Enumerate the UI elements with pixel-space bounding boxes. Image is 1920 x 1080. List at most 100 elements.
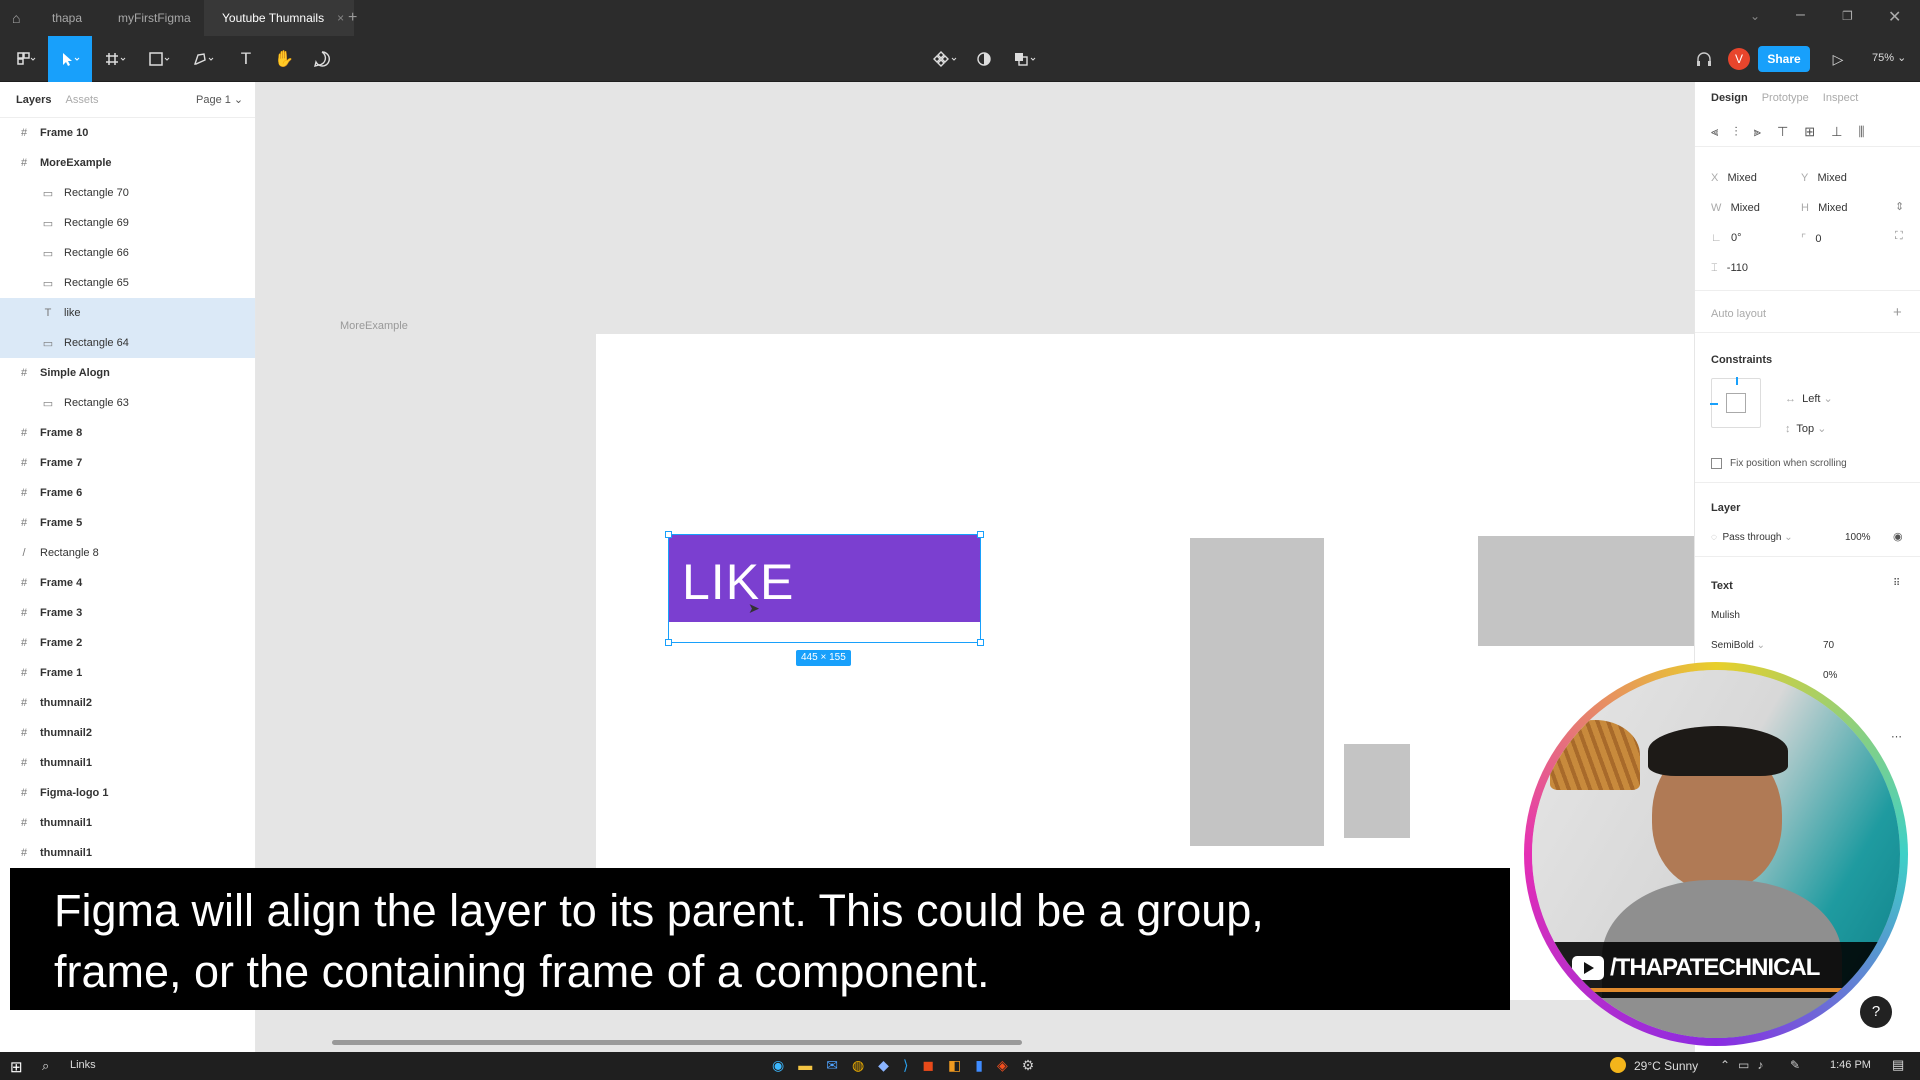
- frame-tool-icon[interactable]: [94, 36, 138, 82]
- rectangle-66[interactable]: [1190, 538, 1324, 846]
- layer-row[interactable]: # thumnail1: [0, 748, 255, 778]
- spacing-field[interactable]: -110: [1727, 262, 1748, 274]
- mail-icon[interactable]: ✉: [826, 1057, 838, 1074]
- layer-row[interactable]: # Frame 6: [0, 478, 255, 508]
- tab-youtube-thumnails[interactable]: Youtube Thumnails ×: [204, 0, 355, 36]
- share-button[interactable]: Share: [1758, 46, 1810, 72]
- layer-row[interactable]: ▭ Rectangle 69: [0, 208, 255, 238]
- layer-row[interactable]: ▭ Rectangle 66: [0, 238, 255, 268]
- blend-mode-select[interactable]: ◌ Pass through ⌄: [1711, 532, 1793, 543]
- pen-tool-icon[interactable]: [182, 36, 226, 82]
- chrome-icon[interactable]: ◍: [852, 1057, 864, 1074]
- rotation-field[interactable]: 0°: [1731, 232, 1742, 244]
- font-weight-select[interactable]: SemiBold ⌄: [1711, 640, 1765, 651]
- layer-row[interactable]: ▭ Rectangle 64: [0, 328, 255, 358]
- layer-row[interactable]: # Frame 5: [0, 508, 255, 538]
- layer-row[interactable]: # MoreExample: [0, 148, 255, 178]
- layer-row[interactable]: # Simple Alogn: [0, 358, 255, 388]
- vscode-icon[interactable]: ⟩: [903, 1057, 908, 1074]
- align-middle-icon[interactable]: ⊞: [1804, 124, 1815, 140]
- settings-icon[interactable]: ⚙: [1022, 1057, 1035, 1074]
- weather-text[interactable]: 29°C Sunny: [1634, 1059, 1698, 1073]
- rectangle-65[interactable]: [1344, 744, 1410, 838]
- tab-assets[interactable]: Assets: [65, 94, 98, 106]
- chevron-down-icon[interactable]: ⌄: [1750, 9, 1760, 23]
- layer-row[interactable]: # thumnail1: [0, 808, 255, 838]
- radius-field[interactable]: 0: [1815, 233, 1821, 245]
- tab-layers[interactable]: Layers: [16, 94, 51, 106]
- tab-prototype[interactable]: Prototype: [1762, 92, 1809, 104]
- x-field[interactable]: Mixed: [1728, 172, 1757, 184]
- layer-row[interactable]: Tlike: [0, 298, 255, 328]
- app-icon[interactable]: ◆: [878, 1057, 889, 1074]
- independent-corners-icon[interactable]: ⛶: [1895, 230, 1903, 243]
- sublime-icon[interactable]: ◧: [948, 1057, 961, 1074]
- rectangle-69[interactable]: [1478, 536, 1694, 646]
- file-explorer-icon[interactable]: ▬: [798, 1057, 812, 1074]
- layer-row[interactable]: # thumnail1: [0, 838, 255, 868]
- home-icon[interactable]: ⌂: [12, 10, 28, 26]
- tab-design[interactable]: Design: [1711, 92, 1748, 104]
- minimize-icon[interactable]: –: [1796, 6, 1805, 24]
- resize-handle[interactable]: [977, 639, 984, 646]
- align-right-icon[interactable]: ⫸: [1754, 124, 1761, 140]
- mask-icon[interactable]: [962, 36, 1006, 82]
- comment-tool-icon[interactable]: [300, 36, 344, 82]
- figma-icon[interactable]: ◈: [997, 1057, 1008, 1074]
- h-field[interactable]: Mixed: [1818, 202, 1847, 214]
- clock[interactable]: 1:46 PM: [1830, 1059, 1871, 1071]
- align-top-icon[interactable]: ⊤: [1777, 124, 1788, 140]
- horizontal-scrollbar[interactable]: [332, 1040, 1022, 1045]
- layer-row[interactable]: # Frame 7: [0, 448, 255, 478]
- resize-handle[interactable]: [977, 531, 984, 538]
- close-tab-icon[interactable]: ×: [337, 0, 344, 36]
- layer-row[interactable]: # Frame 8: [0, 418, 255, 448]
- fix-position-checkbox[interactable]: [1711, 458, 1722, 469]
- w-field[interactable]: Mixed: [1731, 202, 1760, 214]
- layer-row[interactable]: # Frame 10: [0, 118, 255, 148]
- layer-row[interactable]: # Frame 1: [0, 658, 255, 688]
- page-selector[interactable]: Page 1 ⌄: [196, 93, 243, 106]
- taskbar-search-label[interactable]: Links: [70, 1059, 96, 1071]
- opacity-field[interactable]: 100%: [1845, 532, 1871, 543]
- layer-row[interactable]: ▭ Rectangle 70: [0, 178, 255, 208]
- layer-row[interactable]: ▭ Rectangle 65: [0, 268, 255, 298]
- headphones-icon[interactable]: [1682, 36, 1726, 82]
- constrain-proportions-icon[interactable]: ⇕: [1895, 200, 1904, 213]
- eye-icon[interactable]: ◉: [1893, 530, 1903, 543]
- constraint-left-marker[interactable]: [1710, 403, 1718, 405]
- layer-row[interactable]: # Frame 4: [0, 568, 255, 598]
- add-auto-layout-icon[interactable]: +: [1893, 304, 1902, 321]
- main-menu-icon[interactable]: [4, 36, 48, 82]
- constraint-widget[interactable]: [1710, 377, 1761, 428]
- add-tab-icon[interactable]: +: [348, 9, 357, 27]
- office-icon[interactable]: ◼: [922, 1057, 934, 1074]
- constraint-top-marker[interactable]: [1736, 377, 1738, 385]
- weather-icon[interactable]: [1610, 1057, 1626, 1073]
- layer-row[interactable]: # thumnail2: [0, 718, 255, 748]
- search-icon[interactable]: ⌕: [42, 1058, 49, 1074]
- font-family-select[interactable]: Mulish: [1711, 610, 1740, 621]
- resize-handle[interactable]: [665, 531, 672, 538]
- zoom-level[interactable]: 75% ⌄: [1872, 51, 1906, 64]
- notepad-icon[interactable]: ▮: [975, 1057, 983, 1074]
- move-tool-icon[interactable]: [48, 36, 92, 82]
- restore-icon[interactable]: ❐: [1842, 9, 1853, 23]
- notifications-icon[interactable]: ▤: [1892, 1057, 1904, 1073]
- y-field[interactable]: Mixed: [1818, 172, 1847, 184]
- pen-icon[interactable]: ✎: [1790, 1058, 1800, 1072]
- layer-row[interactable]: # Frame 2: [0, 628, 255, 658]
- distribute-icon[interactable]: ⫼: [1859, 124, 1865, 140]
- edge-icon[interactable]: ◉: [772, 1057, 784, 1074]
- tab-myfirstfigma[interactable]: myFirstFigma: [100, 0, 209, 36]
- align-center-icon[interactable]: ⫶: [1734, 124, 1737, 140]
- rectangle-tool-icon[interactable]: [138, 36, 182, 82]
- layer-row[interactable]: / Rectangle 8: [0, 538, 255, 568]
- resize-handle[interactable]: [665, 639, 672, 646]
- avatar[interactable]: V: [1728, 48, 1750, 70]
- align-bottom-icon[interactable]: ⊥: [1831, 124, 1842, 140]
- tab-inspect[interactable]: Inspect: [1823, 92, 1858, 104]
- help-button[interactable]: ?: [1860, 996, 1892, 1028]
- boolean-icon[interactable]: [1004, 36, 1048, 82]
- constraint-horizontal[interactable]: ↔ Left ⌄: [1785, 392, 1833, 405]
